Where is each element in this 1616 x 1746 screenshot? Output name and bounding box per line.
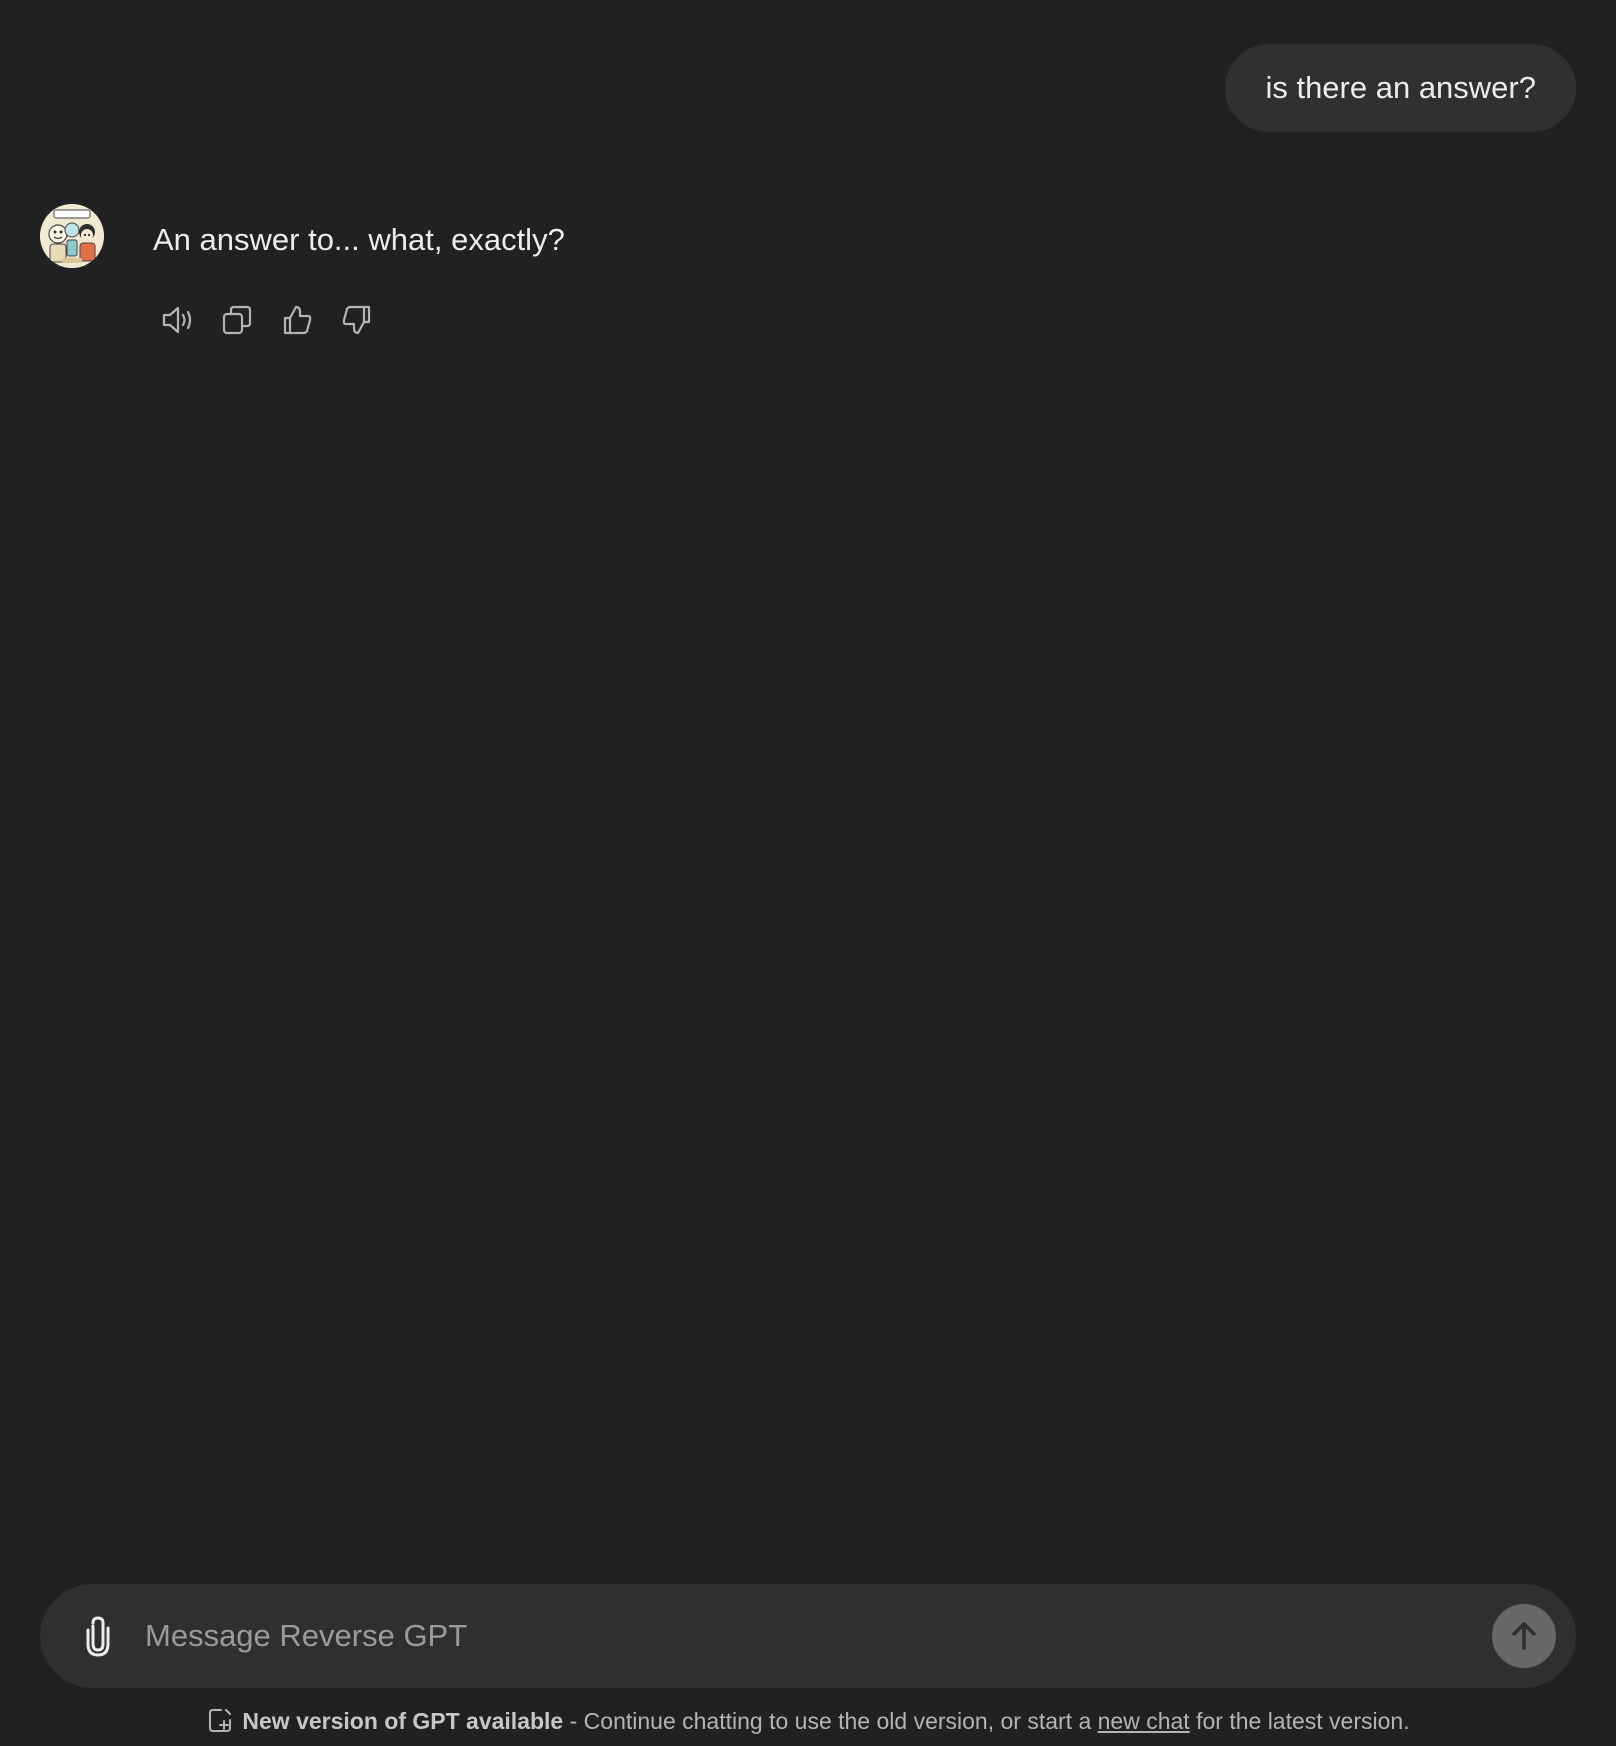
user-message-row: is there an answer?: [1225, 44, 1576, 132]
version-notice-title: New version of GPT available: [242, 1708, 564, 1734]
new-chat-icon: [206, 1706, 234, 1741]
new-chat-link[interactable]: new chat: [1098, 1708, 1190, 1734]
user-message-bubble: is there an answer?: [1225, 44, 1576, 132]
speaker-icon: [162, 306, 192, 334]
message-composer: [40, 1584, 1576, 1688]
version-notice: New version of GPT available - Continue …: [0, 1706, 1616, 1741]
send-button[interactable]: [1492, 1604, 1556, 1668]
version-notice-suffix: for the latest version.: [1189, 1708, 1410, 1734]
paperclip-icon: [86, 1616, 110, 1657]
assistant-message-text: An answer to... what, exactly?: [153, 222, 565, 257]
message-actions: [153, 296, 393, 344]
assistant-avatar: [40, 204, 104, 268]
copy-button[interactable]: [213, 296, 261, 344]
attach-button[interactable]: [74, 1612, 122, 1660]
thumbs-up-button[interactable]: [273, 296, 321, 344]
copy-icon: [222, 305, 252, 335]
thumbs-down-icon: [342, 305, 371, 335]
message-input[interactable]: [145, 1606, 1425, 1666]
thumbs-up-icon: [283, 305, 312, 335]
thumbs-down-button[interactable]: [333, 296, 381, 344]
read-aloud-button[interactable]: [153, 296, 201, 344]
arrow-up-icon: [1512, 1622, 1536, 1650]
version-notice-text: - Continue chatting to use the old versi…: [563, 1708, 1098, 1734]
